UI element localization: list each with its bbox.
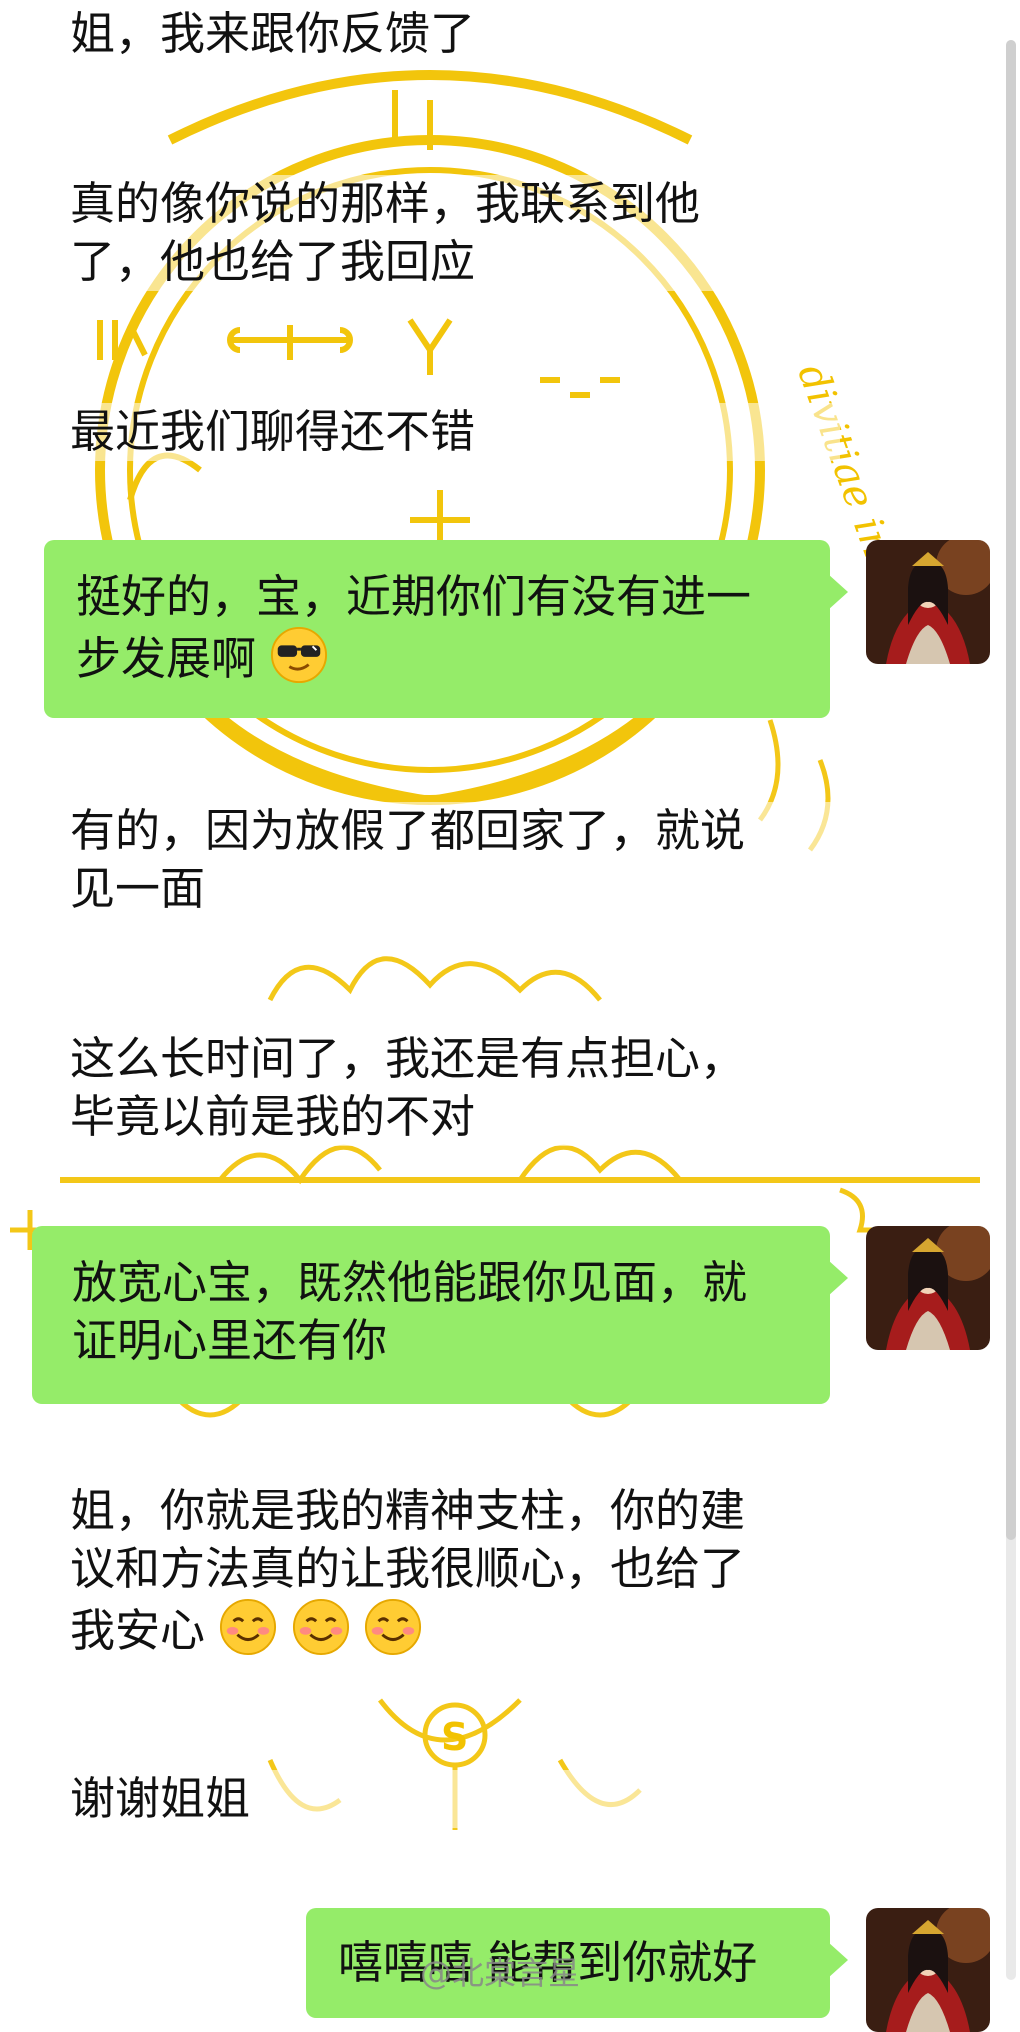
user-avatar[interactable] bbox=[866, 1226, 990, 1350]
outgoing-message-bubble[interactable]: 挺好的，宝，近期你们有没有进一 步发展啊 bbox=[44, 540, 848, 718]
incoming-message: 谢谢姐姐 bbox=[60, 1770, 840, 1828]
user-avatar[interactable] bbox=[866, 540, 990, 664]
message-text-line: 议和方法真的让我很顺心，也给了 bbox=[70, 1542, 746, 1595]
seal-s-letter: S bbox=[441, 1715, 468, 1759]
message-text-line: 证明心里还有你 bbox=[72, 1314, 388, 1367]
incoming-message: 姐，我来跟你反馈了 bbox=[60, 5, 840, 63]
message-text-line: 放宽心宝，既然他能跟你见面，就 bbox=[72, 1256, 748, 1309]
user-avatar[interactable] bbox=[866, 1908, 990, 2032]
message-text: 姐，我来跟你反馈了 bbox=[70, 7, 476, 60]
message-text-line: 了，他也给了我回应 bbox=[70, 235, 476, 288]
message-text-line: 我安心 bbox=[70, 1598, 830, 1660]
avatar-portrait-icon bbox=[866, 1908, 990, 2032]
avatar-portrait-icon bbox=[866, 1226, 990, 1350]
smiling-emoji-icon bbox=[292, 1598, 349, 1656]
message-text-line: 真的像你说的那样，我联系到他 bbox=[70, 177, 701, 230]
message-text-fragment: 我安心 bbox=[70, 1604, 206, 1657]
smiling-emoji-icon bbox=[364, 1598, 421, 1656]
message-text-line: 有的，因为放假了都回家了，就说 bbox=[70, 804, 746, 857]
message-text-fragment: 步发展啊 bbox=[76, 632, 257, 685]
incoming-message: 最近我们聊得还不错 bbox=[60, 403, 840, 461]
incoming-message: 这么长时间了，我还是有点担心， 毕竟以前是我的不对 bbox=[60, 1030, 840, 1146]
message-text-line: 步发展啊 bbox=[76, 626, 798, 688]
message-text: 最近我们聊得还不错 bbox=[70, 405, 476, 458]
outgoing-message-bubble[interactable]: 放宽心宝，既然他能跟你见面，就 证明心里还有你 bbox=[32, 1226, 848, 1404]
message-text-line: 这么长时间了，我还是有点担心， bbox=[70, 1032, 746, 1085]
message-text-line: 见一面 bbox=[70, 862, 206, 915]
smiling-emoji-icon bbox=[220, 1598, 277, 1656]
message-text-line: 毕竟以前是我的不对 bbox=[70, 1090, 476, 1143]
incoming-message: 有的，因为放假了都回家了，就说 见一面 bbox=[60, 802, 840, 918]
scrollbar-thumb[interactable] bbox=[1006, 40, 1016, 1540]
incoming-message: 姐，你就是我的精神支柱，你的建 议和方法真的让我很顺心，也给了 我安心 bbox=[60, 1482, 840, 1660]
bubble-tail bbox=[828, 574, 848, 610]
avatar-portrait-icon bbox=[866, 540, 990, 664]
message-text-line: 姐，你就是我的精神支柱，你的建 bbox=[70, 1484, 746, 1537]
bubble-tail bbox=[828, 1260, 848, 1296]
incoming-message: 真的像你说的那样，我联系到他 了，他也给了我回应 bbox=[60, 175, 840, 291]
background-seal-watermark: divitiae in a S bbox=[10, 70, 980, 1830]
bubble-tail bbox=[828, 1942, 848, 1978]
sunglasses-emoji-icon bbox=[271, 626, 328, 684]
weibo-watermark: @北棠言星 bbox=[420, 1954, 581, 1992]
message-text: 谢谢姐姐 bbox=[70, 1772, 251, 1825]
message-text-line: 挺好的，宝，近期你们有没有进一 bbox=[76, 570, 752, 623]
